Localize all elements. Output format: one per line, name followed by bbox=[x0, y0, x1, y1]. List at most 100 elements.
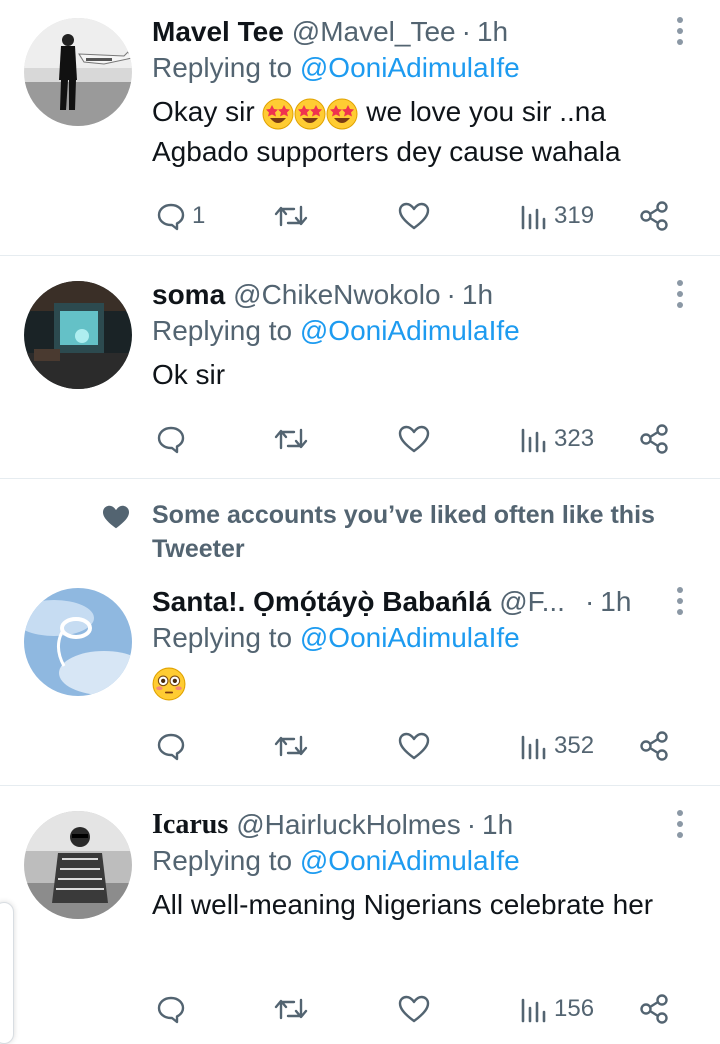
share-button[interactable] bbox=[638, 728, 670, 764]
mention-link[interactable]: @OoniAdimulaIfe bbox=[300, 52, 520, 83]
star-struck-emoji-icon bbox=[294, 98, 326, 130]
display-name[interactable]: Mavel Tee bbox=[152, 16, 284, 48]
tweet-header: soma @ChikeNwokolo · 1h bbox=[152, 275, 493, 315]
display-name[interactable]: Santa!. Ọmọ́táyọ̀ Babańlá bbox=[152, 586, 491, 618]
reply-icon bbox=[157, 426, 185, 454]
views-button[interactable]: 319 bbox=[520, 198, 594, 234]
reply-button[interactable] bbox=[156, 728, 186, 764]
tweet-text: Okay sir we love you sir ..na Agbado sup… bbox=[152, 92, 692, 172]
display-name[interactable]: Icarus bbox=[152, 809, 228, 841]
star-struck-emoji-icon bbox=[326, 98, 358, 130]
display-name[interactable]: soma bbox=[152, 279, 225, 311]
tweet-actions: 352 bbox=[152, 728, 692, 764]
views-icon bbox=[521, 998, 546, 1023]
replying-to-label: Replying to bbox=[152, 845, 300, 876]
avatar[interactable] bbox=[24, 588, 132, 696]
timestamp[interactable]: 1h bbox=[462, 279, 493, 311]
tweet-text: Ok sir bbox=[152, 359, 226, 390]
share-button[interactable] bbox=[638, 991, 670, 1027]
reply-icon bbox=[157, 996, 185, 1024]
avatar[interactable] bbox=[24, 281, 132, 389]
timestamp[interactable]: 1h bbox=[600, 586, 631, 618]
tweet-text: All well-meaning Nigerians celebrate her bbox=[152, 889, 654, 920]
view-count: 156 bbox=[554, 995, 595, 1022]
heart-icon bbox=[103, 505, 129, 529]
retweet-icon bbox=[274, 428, 308, 450]
replying-to-label: Replying to bbox=[152, 52, 300, 83]
share-icon bbox=[640, 201, 668, 231]
mention-link[interactable]: @OoniAdimulaIfe bbox=[300, 845, 520, 876]
reply-button[interactable] bbox=[156, 991, 186, 1027]
username[interactable]: @ChikeNwokolo bbox=[233, 279, 440, 311]
tweet-header: Icarus @HairluckHolmes · 1h bbox=[152, 805, 513, 845]
separator-dot: · bbox=[446, 279, 456, 310]
replying-to: Replying to @OoniAdimulaIfe bbox=[152, 315, 520, 347]
views-icon bbox=[521, 205, 546, 230]
divider bbox=[0, 478, 720, 479]
timestamp[interactable]: 1h bbox=[482, 809, 513, 841]
more-icon[interactable] bbox=[668, 12, 692, 52]
star-struck-emoji-icon bbox=[262, 98, 294, 130]
reply-count: 1 bbox=[192, 202, 206, 229]
view-count: 352 bbox=[554, 732, 595, 759]
share-icon bbox=[640, 994, 668, 1024]
like-icon bbox=[398, 202, 430, 230]
separator-dot: · bbox=[584, 586, 595, 617]
views-icon bbox=[521, 428, 546, 453]
retweet-button[interactable] bbox=[274, 728, 308, 764]
username[interactable]: @Mavel_Tee bbox=[292, 16, 456, 48]
replying-to: Replying to @OoniAdimulaIfe bbox=[152, 845, 520, 877]
tweet-actions: 156 bbox=[152, 991, 692, 1027]
replying-to: Replying to @OoniAdimulaIfe bbox=[152, 622, 520, 654]
username[interactable]: @HairluckHolmes bbox=[236, 809, 460, 841]
tweet-header: Mavel Tee @Mavel_Tee · 1h bbox=[152, 12, 508, 52]
reply-icon bbox=[157, 203, 185, 231]
retweet-icon bbox=[274, 735, 308, 757]
like-icon bbox=[398, 995, 430, 1023]
more-icon[interactable] bbox=[668, 275, 692, 315]
tweet-text bbox=[152, 662, 692, 702]
retweet-button[interactable] bbox=[274, 991, 308, 1027]
like-button[interactable] bbox=[398, 991, 430, 1027]
view-count: 323 bbox=[554, 425, 595, 452]
views-button[interactable]: 156 bbox=[520, 991, 594, 1027]
views-button[interactable]: 323 bbox=[520, 421, 594, 457]
like-button[interactable] bbox=[398, 198, 430, 234]
mention-link[interactable]: @OoniAdimulaIfe bbox=[300, 315, 520, 346]
tweet-actions: 1 319 bbox=[152, 198, 692, 234]
view-count: 319 bbox=[554, 202, 595, 229]
like-button[interactable] bbox=[398, 421, 430, 457]
tweet-text-part: Okay sir bbox=[152, 96, 263, 127]
timestamp[interactable]: 1h bbox=[477, 16, 508, 48]
avatar[interactable] bbox=[24, 18, 132, 126]
separator-dot: · bbox=[466, 809, 477, 840]
like-icon bbox=[398, 425, 430, 453]
reply-button[interactable] bbox=[156, 421, 186, 457]
reply-button[interactable]: 1 bbox=[156, 198, 205, 234]
retweet-icon bbox=[274, 205, 308, 227]
tweet-header: Santa!. Ọmọ́táyọ̀ Babańlá @F... · 1h bbox=[152, 582, 631, 622]
mention-link[interactable]: @OoniAdimulaIfe bbox=[300, 622, 520, 653]
more-icon[interactable] bbox=[668, 805, 692, 845]
divider bbox=[0, 785, 720, 786]
tweet-actions: 323 bbox=[152, 421, 692, 457]
more-icon[interactable] bbox=[668, 582, 692, 622]
share-button[interactable] bbox=[638, 421, 670, 457]
avatar[interactable] bbox=[24, 811, 132, 919]
replying-to: Replying to @OoniAdimulaIfe bbox=[152, 52, 520, 84]
views-icon bbox=[521, 735, 546, 760]
share-button[interactable] bbox=[638, 198, 670, 234]
floating-edge-panel[interactable] bbox=[0, 902, 14, 1044]
like-button[interactable] bbox=[398, 728, 430, 764]
retweet-icon bbox=[274, 998, 308, 1020]
replying-to-label: Replying to bbox=[152, 315, 300, 346]
retweet-button[interactable] bbox=[274, 198, 308, 234]
replying-to-label: Replying to bbox=[152, 622, 300, 653]
separator-dot: · bbox=[461, 16, 471, 47]
reply-icon bbox=[157, 733, 185, 761]
retweet-button[interactable] bbox=[274, 421, 308, 457]
flushed-face-emoji-icon bbox=[152, 667, 186, 701]
username[interactable]: @F... bbox=[499, 586, 565, 618]
views-button[interactable]: 352 bbox=[520, 728, 594, 764]
divider bbox=[0, 255, 720, 256]
